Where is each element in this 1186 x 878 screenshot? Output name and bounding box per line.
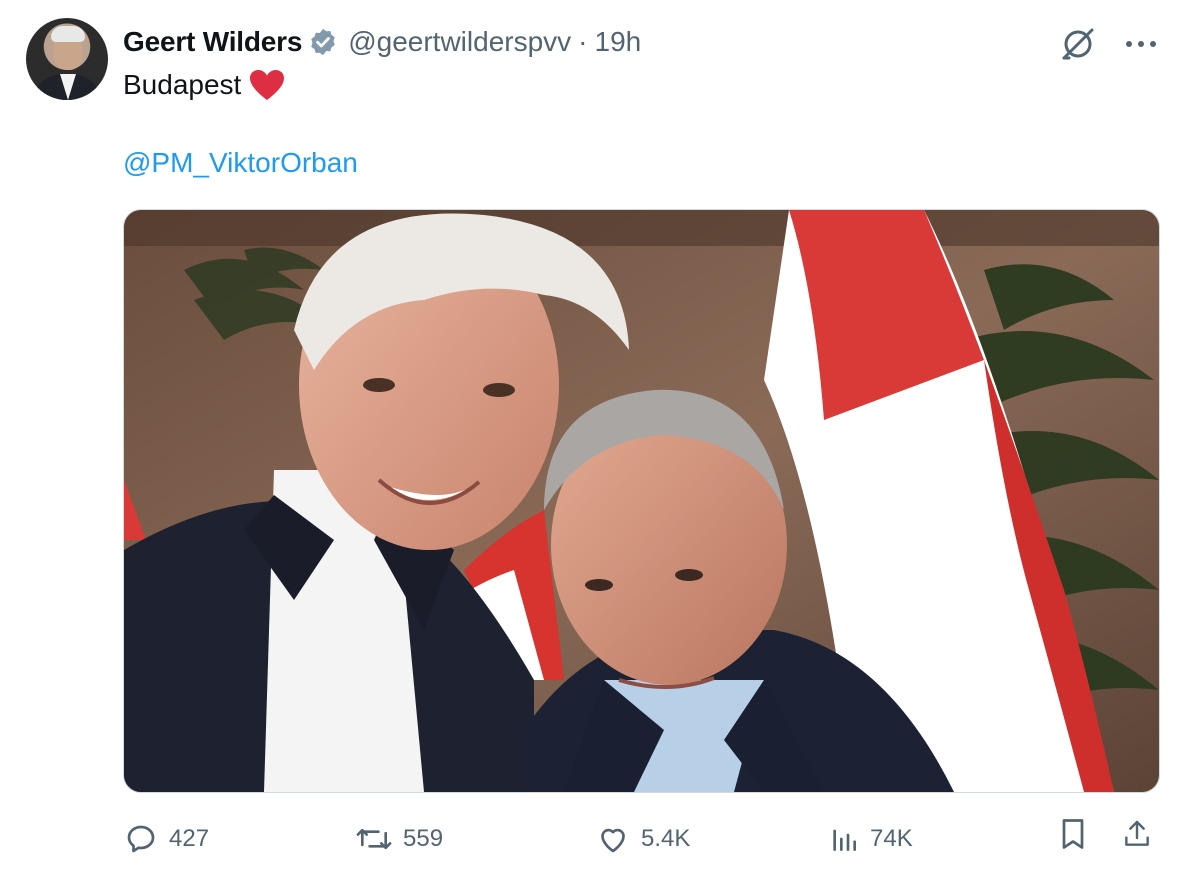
- like-count: 5.4K: [641, 825, 691, 852]
- reply-icon: [127, 825, 155, 853]
- views-count: 74K: [870, 825, 913, 852]
- tweet-text-content: Budapest: [123, 69, 242, 100]
- tweet-action-bar: 427 559 5.4K 74K: [123, 816, 1158, 862]
- tweet-text: Budapest: [123, 68, 285, 102]
- like-button[interactable]: 5.4K: [595, 816, 690, 862]
- reply-count: 427: [169, 825, 210, 852]
- repost-count: 559: [403, 825, 444, 852]
- reply-button[interactable]: 427: [123, 816, 209, 862]
- avatar-hair: [51, 26, 85, 42]
- share-button[interactable]: [1121, 816, 1153, 852]
- bookmark-icon: [1062, 819, 1084, 849]
- bookmark-button[interactable]: [1058, 816, 1088, 852]
- like-icon: [601, 828, 625, 853]
- red-heart-emoji: [249, 69, 285, 101]
- separator-dot: ·: [578, 26, 588, 57]
- author-name[interactable]: Geert Wilders: [123, 26, 302, 58]
- tweet-top-actions: [1058, 24, 1158, 64]
- views-icon: [833, 829, 856, 851]
- mention-link[interactable]: @PM_ViktorOrban: [123, 147, 358, 179]
- repost-icon: [356, 828, 392, 850]
- author-avatar[interactable]: [26, 18, 108, 100]
- views-button[interactable]: 74K: [828, 816, 913, 862]
- verified-badge-icon[interactable]: [308, 27, 338, 57]
- tweet-header: Geert Wilders @geertwilderspvv · 19h: [123, 22, 641, 62]
- grok-icon[interactable]: [1058, 24, 1098, 64]
- more-icon[interactable]: [1124, 39, 1158, 49]
- tweet-photo[interactable]: [123, 209, 1160, 793]
- author-handle[interactable]: @geertwilderspvv: [348, 26, 571, 58]
- repost-button[interactable]: 559: [355, 816, 443, 862]
- share-icon: [1125, 820, 1149, 846]
- tweet-timestamp[interactable]: 19h: [595, 26, 642, 58]
